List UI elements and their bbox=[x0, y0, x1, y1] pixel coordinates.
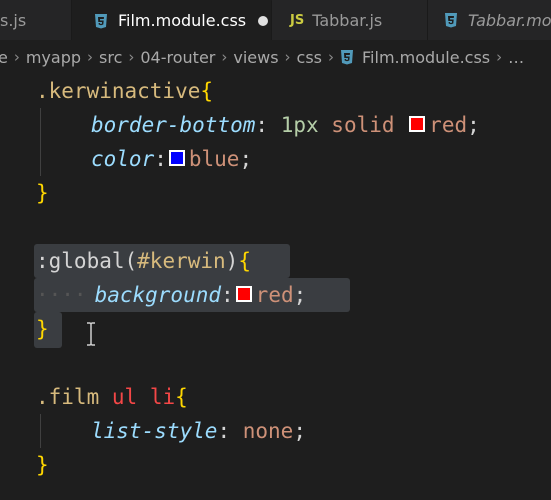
code-line: } bbox=[36, 448, 49, 482]
code-line: :global(#kerwin){ bbox=[36, 244, 251, 278]
code-line: } bbox=[36, 176, 49, 210]
semicolon: ; bbox=[293, 283, 307, 307]
color-swatch-icon[interactable] bbox=[235, 286, 252, 302]
breadcrumb-item[interactable]: src bbox=[99, 48, 122, 67]
value: red bbox=[429, 113, 468, 137]
code-line: border-bottom: 1px solid red; bbox=[91, 108, 480, 142]
chevron-right-icon: › bbox=[284, 48, 291, 66]
whitespace-dots: ···· bbox=[36, 283, 87, 307]
breadcrumb-item[interactable]: … bbox=[508, 48, 524, 67]
chevron-right-icon: › bbox=[496, 48, 503, 66]
chevron-right-icon: › bbox=[328, 48, 335, 66]
semicolon: ; bbox=[293, 419, 306, 443]
property: list-style bbox=[91, 419, 218, 443]
paren: ) bbox=[225, 249, 239, 273]
color-swatch-icon[interactable] bbox=[409, 116, 426, 132]
value: blue bbox=[188, 147, 240, 171]
chevron-right-icon: › bbox=[128, 48, 135, 66]
code-editor[interactable]: .kerwinactive{ border-bottom: 1px solid … bbox=[0, 74, 551, 500]
chevron-right-icon: › bbox=[13, 48, 20, 66]
breadcrumb-item[interactable]: css bbox=[297, 48, 322, 67]
chevron-right-icon: › bbox=[87, 48, 94, 66]
indent-guide bbox=[40, 108, 41, 176]
selector: .kerwinactive bbox=[36, 79, 201, 103]
tab-bar: s.js Film.module.css JS Tabbar.js Tabbar… bbox=[0, 0, 551, 40]
text-cursor-icon bbox=[86, 322, 95, 346]
tab-label: s.js bbox=[0, 10, 27, 30]
code-line: } bbox=[36, 312, 49, 346]
pseudo-global: :global( bbox=[36, 249, 138, 273]
colon: : bbox=[221, 283, 234, 307]
property: border-bottom bbox=[91, 113, 256, 137]
class-selector: .film bbox=[36, 385, 100, 409]
unsaved-dot-icon[interactable] bbox=[258, 15, 269, 26]
code-line: list-style: none; bbox=[91, 414, 306, 448]
tab-s-js[interactable]: s.js bbox=[0, 0, 72, 40]
tab-label: Tabbar.js bbox=[312, 10, 383, 30]
property: color bbox=[91, 147, 155, 171]
colon: : bbox=[217, 419, 231, 443]
tab-film-module-css[interactable]: Film.module.css bbox=[72, 0, 272, 40]
tag-selector: ul bbox=[111, 385, 138, 409]
tab-tabbar-js[interactable]: JS Tabbar.js bbox=[272, 0, 428, 40]
brace: { bbox=[175, 385, 188, 409]
brace: } bbox=[36, 181, 49, 205]
js-file-icon: JS bbox=[290, 12, 305, 28]
brace: } bbox=[36, 317, 49, 341]
indent-guide bbox=[40, 414, 41, 448]
code-line: .kerwinactive{ bbox=[36, 74, 213, 108]
tab-label: Tabbar.modu bbox=[468, 10, 551, 30]
property: background bbox=[94, 283, 222, 307]
brace: { bbox=[238, 249, 251, 273]
id-selector: #kerwin bbox=[137, 249, 226, 273]
brace: { bbox=[200, 79, 214, 103]
color-swatch-icon[interactable] bbox=[168, 150, 185, 166]
colon: : bbox=[154, 147, 167, 171]
breadcrumb-item[interactable]: views bbox=[233, 48, 278, 67]
colon: : bbox=[255, 113, 269, 137]
code-line: ···· background: red; bbox=[36, 278, 306, 312]
breadcrumb-item[interactable]: e bbox=[0, 48, 8, 67]
unit: px bbox=[293, 113, 319, 137]
brace: } bbox=[36, 453, 49, 477]
chevron-right-icon: › bbox=[221, 48, 228, 66]
semicolon: ; bbox=[239, 147, 253, 171]
value: red bbox=[255, 283, 294, 307]
code-line: color: blue; bbox=[91, 142, 252, 176]
css-file-icon bbox=[94, 13, 108, 29]
breadcrumb-item: Film.module.css bbox=[362, 47, 491, 67]
semicolon: ; bbox=[467, 113, 480, 137]
breadcrumb-item[interactable]: myapp bbox=[26, 48, 81, 67]
tag-selector: li bbox=[149, 385, 176, 409]
value: solid bbox=[331, 113, 395, 137]
tab-label: Film.module.css bbox=[118, 11, 247, 30]
breadcrumb-item[interactable]: 04-router bbox=[140, 48, 215, 67]
css-file-icon bbox=[340, 49, 354, 65]
breadcrumb: e › myapp › src › 04-router › views › cs… bbox=[0, 40, 551, 74]
css-file-icon bbox=[444, 12, 458, 28]
value: none bbox=[242, 419, 294, 443]
tab-tabbar-module-css[interactable]: Tabbar.modu bbox=[428, 0, 551, 40]
code-line: .film ul li{ bbox=[36, 380, 188, 414]
breadcrumb-file[interactable]: Film.module.css bbox=[340, 48, 490, 67]
number: 1 bbox=[280, 113, 294, 137]
